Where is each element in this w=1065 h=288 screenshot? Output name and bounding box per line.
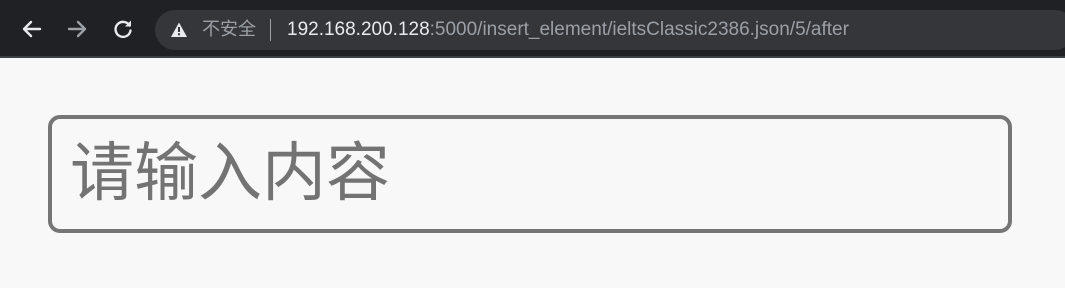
arrow-left-icon [22, 20, 42, 38]
reload-icon [114, 20, 132, 39]
forward-button[interactable] [63, 15, 91, 43]
security-status-label[interactable]: 不安全 [202, 19, 256, 41]
back-button[interactable] [18, 15, 46, 43]
warning-triangle-icon[interactable] [170, 21, 188, 39]
address-divider [270, 19, 271, 41]
reload-button[interactable] [109, 15, 137, 43]
arrow-right-icon [67, 20, 87, 38]
toolbar-divider [0, 56, 1065, 58]
url-path: :5000/insert_element/ieltsClassic2386.js… [429, 19, 849, 40]
content-input[interactable] [48, 115, 1012, 233]
url-text[interactable]: 192.168.200.128:5000/insert_element/ielt… [287, 19, 849, 41]
url-host: 192.168.200.128 [287, 19, 430, 40]
